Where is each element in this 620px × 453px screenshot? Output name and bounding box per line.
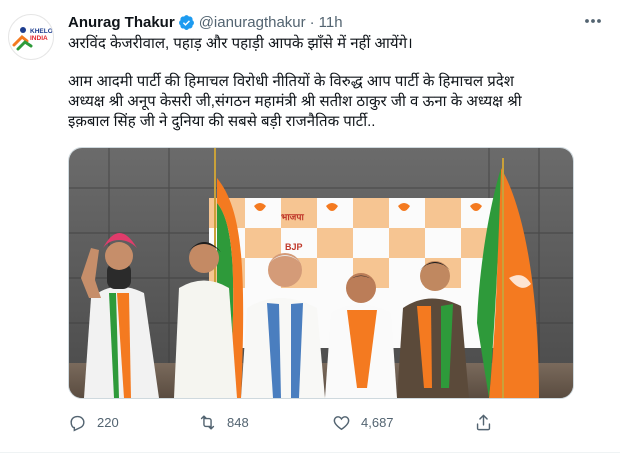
tweet-text-line1: अरविंद केजरीवाल, पहाड़ और पहाड़ी आपके झा… — [68, 35, 413, 52]
backdrop-label-bjp: BJP — [285, 242, 303, 252]
reply-icon — [70, 415, 85, 432]
tweet-header: Anurag Thakur @ianuragthakur · 11h — [68, 12, 600, 32]
tweet[interactable]: KHELO INDIA Anurag Thakur @ianuragthakur… — [0, 0, 620, 453]
heart-icon — [333, 415, 350, 430]
tweet-text-body: आम आदमी पार्टी की हिमाचल विरोधी नीतियों … — [68, 72, 568, 132]
tweet-actions-bar: 220 848 4,687 — [68, 408, 508, 436]
tweet-body-line: आम आदमी पार्टी की हिमाचल विरोधी नीतियों … — [68, 73, 514, 90]
author-handle[interactable]: @ianuragthakur — [199, 14, 306, 31]
share-icon — [476, 414, 491, 430]
reply-button[interactable]: 220 — [68, 408, 119, 436]
backdrop-label-bhajpa: भाजपा — [281, 213, 304, 223]
retweet-icon — [200, 414, 215, 430]
like-count: 4,687 — [361, 414, 394, 430]
separator-dot: · — [309, 13, 315, 31]
verified-badge-icon — [178, 14, 194, 30]
group-photo: भाजपा BJP — [69, 148, 573, 398]
retweet-count: 848 — [227, 414, 249, 430]
share-button[interactable] — [474, 408, 503, 436]
reply-count: 220 — [97, 414, 119, 430]
avatar[interactable]: KHELO INDIA — [8, 14, 54, 60]
logo-text-india: INDIA — [30, 35, 48, 42]
logo-text-khelo: KHELO — [30, 28, 53, 35]
like-button[interactable]: 4,687 — [332, 408, 394, 436]
more-options-button[interactable] — [582, 10, 604, 32]
khelo-india-logo: KHELO INDIA — [12, 27, 53, 51]
author-name[interactable]: Anurag Thakur — [68, 14, 175, 31]
tweet-body-line: अध्यक्ष श्री अनूप केसरी जी,संगठन महामंत्… — [68, 93, 522, 110]
tweet-body-line: इक़बाल सिंह जी ने दुनिया की सबसे बड़ी रा… — [68, 113, 376, 130]
retweet-button[interactable]: 848 — [198, 408, 249, 436]
more-dots-icon — [585, 19, 601, 23]
tweet-timestamp[interactable]: 11h — [319, 14, 343, 31]
tweet-media-photo[interactable]: भाजपा BJP — [68, 147, 574, 399]
